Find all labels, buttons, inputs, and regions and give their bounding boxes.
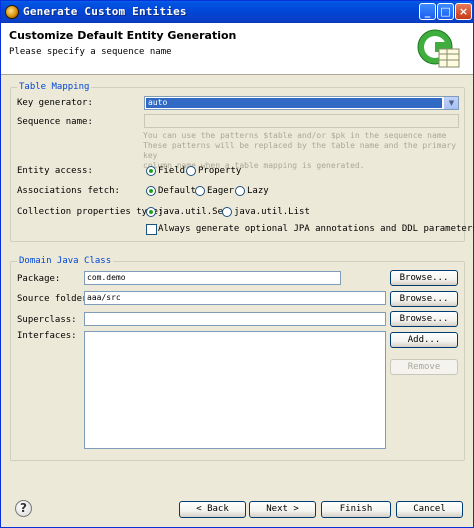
window-title: Generate Custom Entities <box>23 5 187 18</box>
back-button[interactable]: < Back <box>179 501 246 518</box>
interfaces-label: Interfaces: <box>17 331 77 341</box>
sequence-name-field[interactable] <box>144 114 459 128</box>
property-radio-label[interactable]: Property <box>198 166 241 176</box>
default-fetch-radio[interactable] <box>146 186 156 196</box>
interfaces-list[interactable] <box>84 331 386 449</box>
key-generator-select[interactable]: auto ▼ <box>144 96 459 110</box>
lazy-fetch-radio[interactable] <box>235 186 245 196</box>
associations-fetch-label: Associations fetch: <box>17 186 120 196</box>
default-fetch-label[interactable]: Default <box>158 186 196 196</box>
hint-line: You can use the patterns $table and/or $… <box>143 131 447 140</box>
cancel-button[interactable]: Cancel <box>396 501 463 518</box>
eager-fetch-radio[interactable] <box>195 186 205 196</box>
title-bar[interactable]: Generate Custom Entities _ □ × <box>1 1 473 23</box>
page-description: Please specify a sequence name <box>9 47 172 57</box>
sequence-name-hint: You can use the patterns $table and/or $… <box>143 131 463 171</box>
sequence-name-label: Sequence name: <box>17 117 93 127</box>
superclass-field[interactable] <box>84 312 386 326</box>
wizard-banner: Customize Default Entity Generation Plea… <box>1 23 473 75</box>
remove-interface-button[interactable]: Remove <box>390 359 458 375</box>
field-radio-label[interactable]: Field <box>158 166 185 176</box>
package-label: Package: <box>17 274 61 284</box>
entity-access-label: Entity access: <box>17 166 93 176</box>
minimize-button[interactable]: _ <box>419 3 436 20</box>
optional-jpa-checkbox[interactable] <box>146 224 157 235</box>
java-util-set-label[interactable]: java.util.Set <box>158 207 228 217</box>
help-icon[interactable]: ? <box>15 500 32 517</box>
chevron-down-icon[interactable]: ▼ <box>444 97 458 109</box>
package-browse-button[interactable]: Browse... <box>390 270 458 286</box>
eclipse-icon <box>5 5 19 19</box>
page-title: Customize Default Entity Generation <box>9 29 237 42</box>
key-generator-value: auto <box>146 98 442 108</box>
eager-fetch-label[interactable]: Eager <box>207 186 234 196</box>
java-util-list-radio[interactable] <box>222 207 232 217</box>
add-interface-button[interactable]: Add... <box>390 332 458 348</box>
java-util-list-label[interactable]: java.util.List <box>234 207 310 217</box>
property-radio[interactable] <box>186 166 196 176</box>
source-folder-label: Source folder: <box>17 294 93 304</box>
field-radio[interactable] <box>146 166 156 176</box>
next-button[interactable]: Next > <box>249 501 316 518</box>
maximize-button[interactable]: □ <box>437 3 454 20</box>
source-folder-browse-button[interactable]: Browse... <box>390 291 458 307</box>
superclass-browse-button[interactable]: Browse... <box>390 311 458 327</box>
hint-line: These patterns will be replaced by the t… <box>143 141 457 160</box>
table-mapping-legend: Table Mapping <box>17 82 92 92</box>
lazy-fetch-label[interactable]: Lazy <box>247 186 269 196</box>
source-folder-field[interactable]: aaa/src <box>84 291 386 305</box>
domain-java-class-legend: Domain Java Class <box>17 256 114 266</box>
close-button[interactable]: × <box>455 3 472 20</box>
dialog-window: Generate Custom Entities _ □ × Customize… <box>0 0 474 528</box>
entity-wizard-icon <box>417 29 460 68</box>
java-util-set-radio[interactable] <box>146 207 156 217</box>
superclass-label: Superclass: <box>17 315 77 325</box>
finish-button[interactable]: Finish <box>321 501 391 518</box>
optional-jpa-label[interactable]: Always generate optional JPA annotations… <box>158 224 474 234</box>
collection-type-label: Collection properties type: <box>17 207 164 217</box>
key-generator-label: Key generator: <box>17 98 93 108</box>
package-field[interactable]: com.demo <box>84 271 341 285</box>
